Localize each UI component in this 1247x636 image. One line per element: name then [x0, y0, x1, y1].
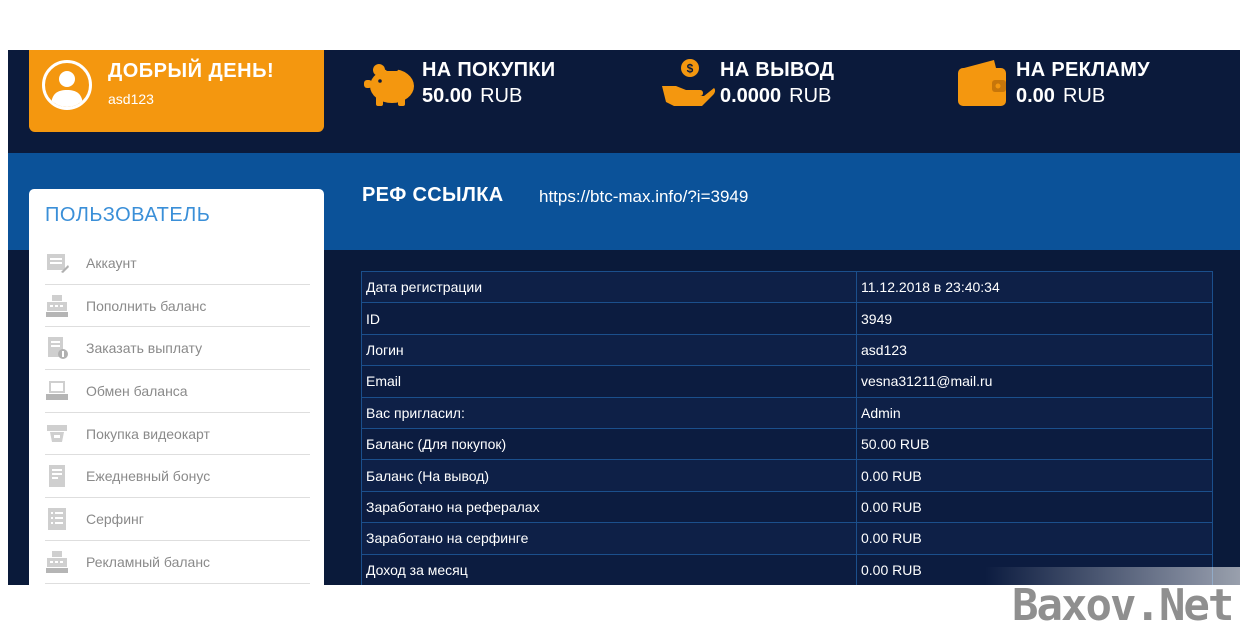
row-label: Дата регистрации	[361, 270, 857, 304]
row-label: ID	[361, 302, 857, 335]
table-row: Баланс (На вывод) 0.00 RUB	[361, 459, 1213, 492]
watermark: Baxov.Net	[1012, 580, 1234, 631]
sidebar-item-label: Рекламный баланс	[86, 553, 211, 570]
row-value: asd123	[856, 333, 1213, 367]
stat-advertising-currency: RUB	[1062, 85, 1106, 107]
hand-coin-icon: $	[662, 59, 716, 106]
table-row: Баланс (Для покупок) 50.00 RUB	[361, 427, 1213, 461]
ad-balance-icon	[46, 550, 68, 573]
greeting-username: asd123	[108, 91, 154, 107]
user-sidebar: ПОЛЬЗОВАТЕЛЬ Аккаунт Пополнить баланс За…	[29, 189, 324, 585]
table-row: Вас пригласил: Admin	[361, 396, 1213, 429]
row-label: Баланс (На вывод)	[361, 459, 857, 492]
payout-document-icon	[48, 337, 68, 360]
stat-purchases-title: НА ПОКУПКИ	[422, 59, 556, 81]
table-row: ID 3949	[361, 302, 1213, 335]
sidebar-item-daily-bonus[interactable]: Ежедневный бонус	[45, 455, 310, 499]
stat-withdraw-value: 0.0000 RUB	[720, 85, 831, 108]
user-avatar-icon[interactable]	[42, 60, 92, 110]
row-value: Admin	[856, 396, 1213, 429]
wallet-icon	[958, 60, 1006, 106]
top-bar: ДОБРЫЙ ДЕНЬ! asd123 НА ПОКУПКИ 50.00 RUB …	[8, 50, 1240, 153]
sidebar-item-label: Покупка видеокарт	[86, 425, 210, 442]
sidebar-item-exchange[interactable]: Обмен баланса	[45, 370, 310, 413]
dashboard-frame: ДОБРЫЙ ДЕНЬ! asd123 НА ПОКУПКИ 50.00 RUB …	[8, 50, 1240, 585]
row-label: Заработано на серфинге	[361, 522, 857, 555]
video-card-icon	[47, 424, 67, 442]
stat-withdraw-amount: 0.0000	[720, 85, 782, 107]
row-value: vesna31211@mail.ru	[856, 365, 1213, 398]
greeting-title: ДОБРЫЙ ДЕНЬ!	[108, 60, 275, 82]
stat-advertising: НА РЕКЛАМУ 0.00 RUB	[956, 50, 1196, 120]
sidebar-item-label: Обмен баланса	[86, 383, 188, 400]
row-label: Доход за месяц	[361, 553, 857, 585]
row-label: Email	[361, 365, 857, 398]
referral-link[interactable]: https://btc-max.info/?i=3949	[539, 187, 748, 207]
table-row: Заработано на серфинге 0.00 RUB	[361, 522, 1213, 555]
cash-register-icon	[46, 294, 68, 317]
greeting-card: ДОБРЫЙ ДЕНЬ! asd123	[29, 50, 324, 132]
stat-purchases-amount: 50.00	[422, 85, 473, 107]
row-value: 50.00 RUB	[856, 427, 1213, 461]
sidebar-item-label: Заказать выплату	[86, 340, 203, 357]
stat-advertising-amount: 0.00	[1016, 85, 1055, 107]
profile-table: Дата регистрации 11.12.2018 в 23:40:34 ID…	[361, 270, 1213, 585]
stat-purchases: НА ПОКУПКИ 50.00 RUB	[362, 50, 602, 120]
referral-title: РЕФ ССЫЛКА	[362, 184, 504, 206]
sidebar-item-label: Аккаунт	[86, 255, 137, 271]
surfing-list-icon	[48, 508, 66, 531]
sidebar-item-payout[interactable]: Заказать выплату	[45, 327, 310, 371]
stat-withdraw: $ НА ВЫВОД 0.0000 RUB	[660, 50, 900, 120]
row-value: 3949	[856, 302, 1213, 335]
stat-purchases-value: 50.00 RUB	[422, 85, 522, 108]
sidebar-item-deposit[interactable]: Пополнить баланс	[45, 285, 310, 328]
sidebar-item-label: Серфинг	[86, 511, 144, 528]
exchange-icon	[46, 381, 68, 401]
table-row: Дата регистрации 11.12.2018 в 23:40:34	[361, 270, 1213, 304]
row-value: 0.00 RUB	[856, 490, 1213, 524]
stat-advertising-value: 0.00 RUB	[1016, 85, 1105, 108]
piggy-bank-icon	[364, 64, 414, 106]
row-value: 0.00 RUB	[856, 459, 1213, 492]
stat-advertising-title: НА РЕКЛАМУ	[1016, 59, 1150, 81]
table-row: Заработано на рефералах 0.00 RUB	[361, 490, 1213, 524]
svg-text:$: $	[687, 62, 694, 76]
row-value: 11.12.2018 в 23:40:34	[856, 270, 1213, 304]
sidebar-item-surfing[interactable]: Серфинг	[45, 498, 310, 541]
row-value: 0.00 RUB	[856, 522, 1213, 555]
row-label: Вас пригласил:	[361, 396, 857, 429]
row-label: Логин	[361, 333, 857, 367]
table-row: Email vesna31211@mail.ru	[361, 365, 1213, 398]
row-label: Заработано на рефералах	[361, 490, 857, 524]
bonus-icon	[49, 465, 65, 488]
table-row: Логин asd123	[361, 333, 1213, 367]
stat-withdraw-currency: RUB	[789, 85, 832, 107]
sidebar-item-label: Ежедневный бонус	[86, 468, 211, 485]
row-label: Баланс (Для покупок)	[361, 427, 857, 461]
sidebar-item-video-cards[interactable]: Покупка видеокарт	[45, 413, 310, 456]
stat-withdraw-title: НА ВЫВОД	[720, 59, 835, 81]
stat-purchases-currency: RUB	[480, 85, 523, 107]
sidebar-menu: Аккаунт Пополнить баланс Заказать выплат…	[45, 242, 310, 584]
sidebar-title: ПОЛЬЗОВАТЕЛЬ	[45, 204, 211, 226]
account-icon	[47, 254, 69, 273]
sidebar-item-label: Пополнить баланс	[86, 297, 207, 314]
sidebar-item-ad-balance[interactable]: Рекламный баланс	[45, 541, 310, 584]
sidebar-item-account[interactable]: Аккаунт	[45, 242, 310, 285]
